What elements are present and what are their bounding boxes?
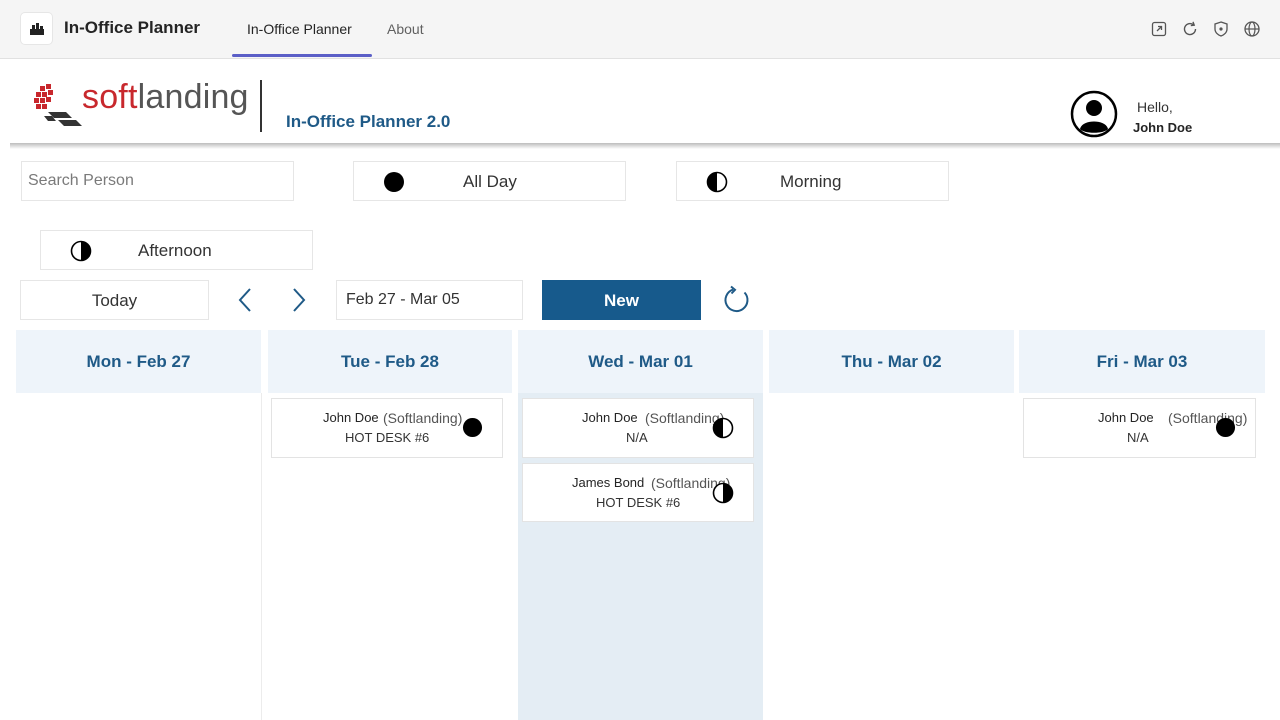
- popout-icon[interactable]: [1150, 20, 1168, 38]
- filter-all-day-label: All Day: [463, 172, 517, 191]
- entry-company: (Softlanding): [383, 410, 463, 426]
- app-icon[interactable]: [21, 13, 52, 44]
- entry-desk: HOT DESK #6: [596, 495, 681, 510]
- entry-desk: HOT DESK #6: [345, 430, 430, 445]
- teams-app-name: In-Office Planner: [64, 18, 201, 37]
- day-header-fri: Fri - Mar 03: [1019, 330, 1265, 393]
- day-header-mon: Mon - Feb 27: [16, 330, 261, 393]
- all-day-circle-icon: [1215, 417, 1236, 438]
- half-circle-left-icon: [706, 171, 728, 193]
- entry-person-name: James Bond: [572, 475, 645, 490]
- softlanding-logo: softlanding: [32, 78, 248, 132]
- date-range-display[interactable]: Feb 27 - Mar 05: [336, 280, 523, 320]
- day-header-wed: Wed - Mar 01: [518, 330, 763, 393]
- header-divider: [260, 80, 262, 132]
- booking-entry[interactable]: John Doe (Softlanding) N/A: [522, 398, 754, 458]
- morning-half-circle-icon: [712, 417, 734, 439]
- search-person-input[interactable]: [21, 161, 294, 201]
- entry-person-name: John Doe: [582, 410, 638, 425]
- filter-afternoon-label: Afternoon: [138, 241, 212, 260]
- chevron-right-icon[interactable]: [290, 287, 308, 313]
- filter-morning-button[interactable]: Morning: [676, 161, 949, 201]
- header-shadow: [10, 143, 1280, 149]
- full-circle-icon: [384, 172, 404, 192]
- chevron-left-icon[interactable]: [236, 287, 254, 313]
- logo-wordmark: softlanding: [82, 78, 249, 116]
- page-title: In-Office Planner 2.0: [286, 112, 451, 131]
- tab-in-office-planner[interactable]: In-Office Planner: [247, 21, 352, 57]
- greeting: Hello,: [1137, 99, 1173, 115]
- entry-person-name: John Doe: [323, 410, 379, 425]
- day-header-thu: Thu - Mar 02: [769, 330, 1014, 393]
- day-header-tue: Tue - Feb 28: [268, 330, 512, 393]
- shield-icon[interactable]: [1212, 20, 1230, 38]
- active-tab-indicator: [232, 54, 372, 57]
- all-day-circle-icon: [462, 417, 483, 438]
- teams-top-bar: In-Office Planner In-Office Planner Abou…: [0, 0, 1280, 59]
- filter-afternoon-button[interactable]: Afternoon: [40, 230, 313, 270]
- afternoon-half-circle-icon: [712, 482, 734, 504]
- column-separator: [261, 393, 262, 720]
- app-header: softlanding In-Office Planner 2.0 Hello,…: [12, 60, 1280, 144]
- filter-all-day-button[interactable]: All Day: [353, 161, 626, 201]
- entry-desk: N/A: [1127, 430, 1149, 445]
- globe-icon[interactable]: [1243, 20, 1261, 38]
- user-avatar-icon[interactable]: [1070, 90, 1118, 138]
- tab-about[interactable]: About: [387, 21, 424, 57]
- entry-desk: N/A: [626, 430, 648, 445]
- refresh-icon[interactable]: [722, 285, 752, 315]
- booking-entry[interactable]: John Doe (Softlanding) HOT DESK #6: [271, 398, 503, 458]
- entry-person-name: John Doe: [1098, 410, 1154, 425]
- reload-icon[interactable]: [1181, 20, 1199, 38]
- booking-entry[interactable]: John Doe (Softlanding) N/A: [1023, 398, 1256, 458]
- booking-entry[interactable]: James Bond (Softlanding) HOT DESK #6: [522, 463, 754, 522]
- filter-morning-label: Morning: [780, 172, 842, 191]
- new-button[interactable]: New: [542, 280, 701, 320]
- today-button[interactable]: Today: [20, 280, 209, 320]
- half-circle-right-icon: [70, 240, 92, 262]
- user-name: John Doe: [1133, 120, 1193, 135]
- planner-logo-icon: [29, 22, 44, 35]
- softlanding-logo-mark-icon: [34, 84, 82, 126]
